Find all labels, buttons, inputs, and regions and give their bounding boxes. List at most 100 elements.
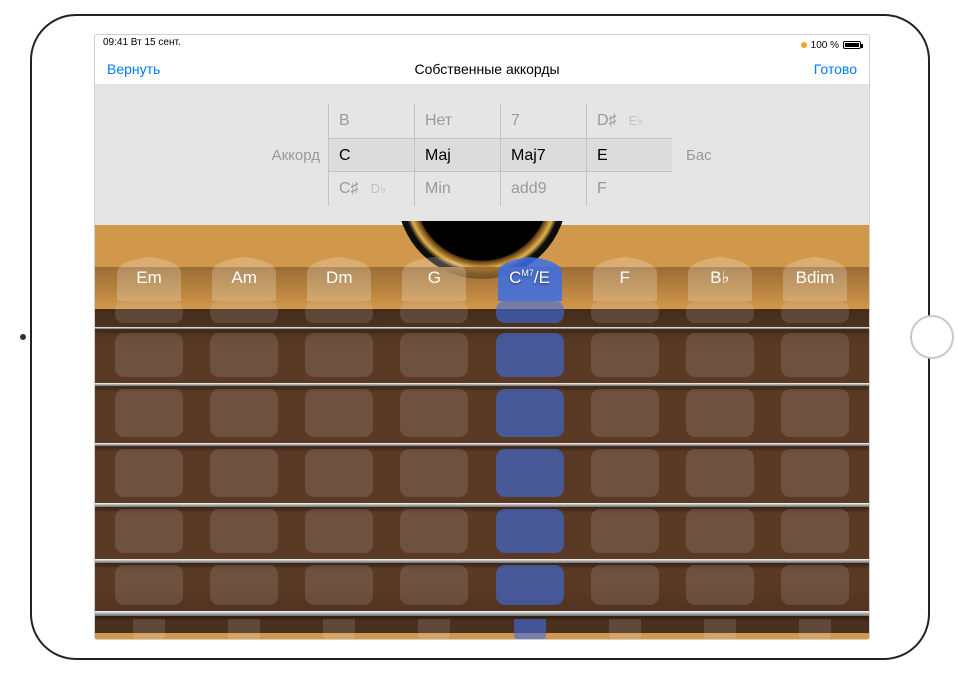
chord-cell[interactable] — [115, 449, 183, 497]
chord-cell[interactable] — [781, 389, 849, 437]
picker-col-quality[interactable]: НетMajMin — [414, 104, 500, 206]
chord-cell[interactable] — [781, 449, 849, 497]
chord-strip-5[interactable]: F — [585, 255, 665, 639]
chord-tail[interactable] — [799, 619, 831, 640]
chord-cell[interactable] — [686, 449, 754, 497]
chord-cell[interactable] — [305, 301, 373, 323]
chord-head[interactable]: B♭ — [680, 255, 760, 301]
chord-cell[interactable] — [115, 565, 183, 605]
chord-cell[interactable] — [210, 333, 278, 377]
chord-cell[interactable] — [591, 333, 659, 377]
chord-cell[interactable] — [591, 301, 659, 323]
chord-head[interactable]: Bdim — [775, 255, 855, 301]
chord-cell[interactable] — [210, 565, 278, 605]
chord-cell[interactable] — [210, 389, 278, 437]
chord-tail[interactable] — [228, 619, 260, 640]
picker-item[interactable]: add9 — [501, 172, 586, 206]
guitar-area: Em Am Dm G CM7/E F B♭ Bdim — [95, 225, 869, 639]
chord-cell[interactable] — [496, 509, 564, 553]
chord-cell[interactable] — [210, 301, 278, 323]
picker-item[interactable]: Maj — [415, 138, 500, 172]
chord-head[interactable]: Em — [109, 255, 189, 301]
picker-item[interactable]: C♯D♭ — [329, 172, 414, 206]
picker-item[interactable]: Нет — [415, 104, 500, 138]
picker-col-root[interactable]: BCC♯D♭ — [328, 104, 414, 206]
chord-cell[interactable] — [210, 449, 278, 497]
chord-cell[interactable] — [305, 449, 373, 497]
chord-cell[interactable] — [305, 333, 373, 377]
picker-item[interactable]: D♯E♭ — [587, 104, 672, 138]
chord-cell[interactable] — [686, 509, 754, 553]
picker-item[interactable]: C — [329, 138, 414, 172]
chord-cell[interactable] — [400, 333, 468, 377]
home-button[interactable] — [910, 315, 954, 359]
chord-cell[interactable] — [781, 565, 849, 605]
chord-cell[interactable] — [591, 565, 659, 605]
chord-cell[interactable] — [400, 565, 468, 605]
chord-cell[interactable] — [496, 301, 564, 323]
picker-item[interactable]: Maj7 — [501, 138, 586, 172]
chord-cell[interactable] — [591, 389, 659, 437]
chord-cell[interactable] — [305, 509, 373, 553]
chord-body[interactable] — [299, 301, 379, 639]
chord-cell[interactable] — [686, 389, 754, 437]
chord-cell[interactable] — [305, 389, 373, 437]
chord-head[interactable]: Am — [204, 255, 284, 301]
chord-body[interactable] — [394, 301, 474, 639]
chord-cell[interactable] — [305, 565, 373, 605]
chord-cell[interactable] — [686, 301, 754, 323]
chord-body[interactable] — [775, 301, 855, 639]
back-button[interactable]: Вернуть — [107, 61, 160, 77]
chord-tail[interactable] — [609, 619, 641, 640]
chord-head[interactable]: G — [394, 255, 474, 301]
picker-item[interactable]: 7 — [501, 104, 586, 138]
chord-cell[interactable] — [496, 389, 564, 437]
chord-cell[interactable] — [400, 449, 468, 497]
chord-cell[interactable] — [496, 333, 564, 377]
chord-cell[interactable] — [115, 301, 183, 323]
chord-cell[interactable] — [781, 509, 849, 553]
picker-item[interactable]: B — [329, 104, 414, 138]
chord-cell[interactable] — [496, 449, 564, 497]
chord-body[interactable] — [680, 301, 760, 639]
chord-body[interactable] — [585, 301, 665, 639]
picker-item[interactable]: Min — [415, 172, 500, 206]
chord-tail[interactable] — [323, 619, 355, 640]
chord-tail[interactable] — [514, 619, 546, 640]
chord-strip-7[interactable]: Bdim — [775, 255, 855, 639]
chord-strip-0[interactable]: Em — [109, 255, 189, 639]
chord-cell[interactable] — [591, 509, 659, 553]
chord-strip-1[interactable]: Am — [204, 255, 284, 639]
chord-head[interactable]: F — [585, 255, 665, 301]
chord-tail[interactable] — [418, 619, 450, 640]
chord-tail[interactable] — [133, 619, 165, 640]
chord-strip-3[interactable]: G — [394, 255, 474, 639]
chord-strip-2[interactable]: Dm — [299, 255, 379, 639]
chord-tail[interactable] — [704, 619, 736, 640]
chord-strip-6[interactable]: B♭ — [680, 255, 760, 639]
chord-cell[interactable] — [591, 449, 659, 497]
chord-body[interactable] — [490, 301, 570, 639]
chord-body[interactable] — [204, 301, 284, 639]
chord-cell[interactable] — [781, 333, 849, 377]
picker-item[interactable]: E — [587, 138, 672, 172]
chord-cell[interactable] — [400, 301, 468, 323]
chord-strip-4[interactable]: CM7/E — [490, 255, 570, 639]
chord-cell[interactable] — [115, 509, 183, 553]
chord-head[interactable]: Dm — [299, 255, 379, 301]
chord-body[interactable] — [109, 301, 189, 639]
done-button[interactable]: Готово — [814, 61, 857, 77]
chord-head[interactable]: CM7/E — [490, 255, 570, 301]
chord-cell[interactable] — [781, 301, 849, 323]
chord-cell[interactable] — [210, 509, 278, 553]
chord-cell[interactable] — [115, 333, 183, 377]
chord-cell[interactable] — [115, 389, 183, 437]
picker-col-bass[interactable]: D♯E♭EF — [586, 104, 672, 206]
picker-col-ext[interactable]: 7Maj7add9 — [500, 104, 586, 206]
chord-cell[interactable] — [400, 509, 468, 553]
chord-cell[interactable] — [686, 565, 754, 605]
picker-item[interactable]: F — [587, 172, 672, 206]
chord-cell[interactable] — [686, 333, 754, 377]
chord-cell[interactable] — [496, 565, 564, 605]
chord-cell[interactable] — [400, 389, 468, 437]
